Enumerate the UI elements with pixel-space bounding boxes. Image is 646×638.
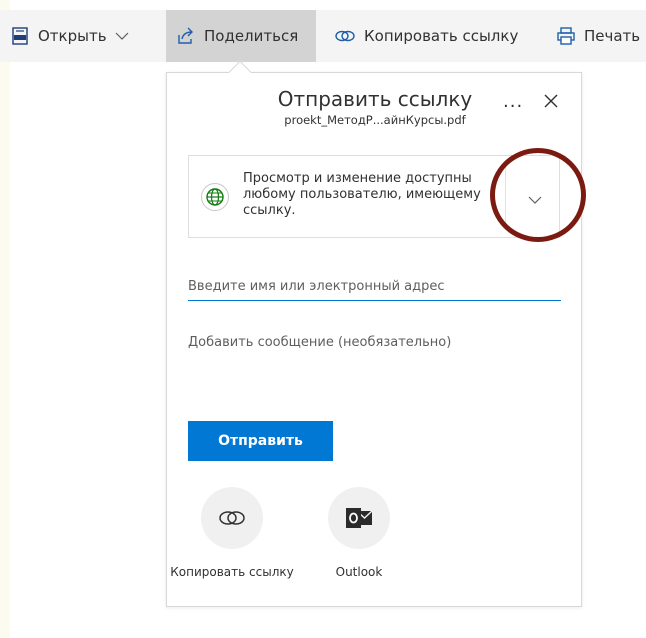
outlook-circle[interactable] [328, 487, 390, 549]
link-icon [219, 511, 245, 525]
outlook-icon [346, 508, 373, 528]
copy-link-toolbar-button[interactable]: Копировать ссылку [334, 10, 518, 62]
copy-link-option-label: Копировать ссылку [170, 565, 294, 579]
share-label: Поделиться [204, 27, 299, 45]
share-button[interactable]: Поделиться [166, 10, 316, 62]
globe-icon [201, 183, 229, 211]
print-label: Печать [584, 27, 641, 45]
send-button[interactable]: Отправить [188, 421, 333, 461]
copy-link-label: Копировать ссылку [364, 27, 519, 45]
chevron-down-icon [115, 31, 129, 41]
message-input[interactable] [188, 335, 561, 395]
chevron-down-icon[interactable] [528, 190, 542, 209]
close-button[interactable] [543, 93, 559, 113]
print-button[interactable]: Печать [556, 10, 640, 62]
link-icon [334, 28, 356, 44]
copy-link-option[interactable]: Копировать ссылку [167, 487, 297, 579]
close-icon [544, 94, 558, 108]
outlook-option-label: Outlook [335, 565, 383, 579]
outlook-option[interactable]: Outlook [294, 487, 424, 579]
command-toolbar: Открыть Поделиться Копировать ссылку Печ… [0, 10, 646, 62]
permission-settings-button[interactable]: Просмотр и изменение доступны любому пол… [188, 155, 560, 238]
copy-link-circle[interactable] [201, 487, 263, 549]
divider [505, 166, 506, 228]
email-input[interactable] [188, 273, 561, 301]
pdf-file-icon [10, 26, 30, 46]
open-button[interactable]: Открыть [10, 10, 129, 62]
left-background-strip [0, 0, 10, 638]
send-link-dialog: Отправить ссылку proekt_МетодР...айнКурс… [166, 72, 582, 607]
more-options-button[interactable]: ... [503, 91, 523, 112]
printer-icon [556, 26, 576, 46]
share-icon [176, 26, 196, 46]
permission-text: Просмотр и изменение доступны любому пол… [243, 171, 481, 218]
file-name: proekt_МетодР...айнКурсы.pdf [284, 113, 466, 127]
open-label: Открыть [38, 27, 107, 45]
